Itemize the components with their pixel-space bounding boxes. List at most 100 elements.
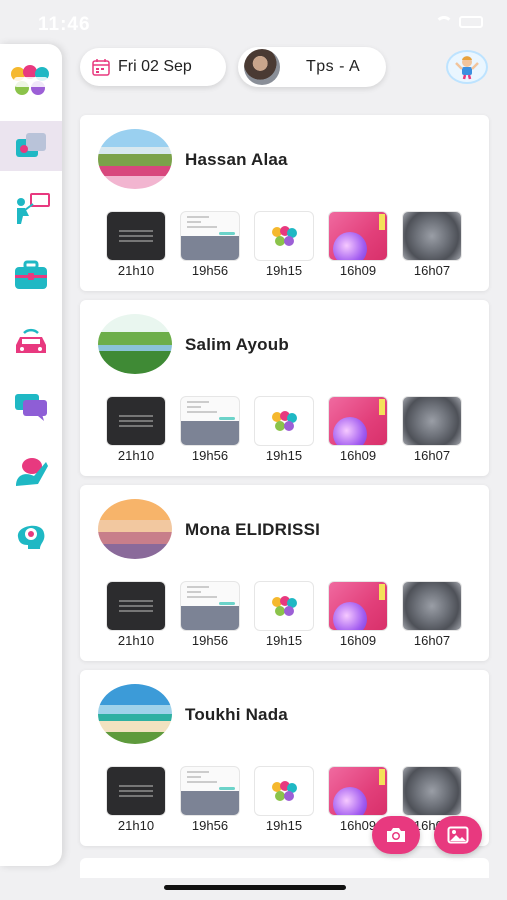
photo-thumbnail[interactable] [328,396,388,446]
sidebar-item-chat[interactable] [0,381,62,431]
gallery-icon [16,133,46,157]
kid-avatar-icon [455,56,479,80]
sidebar-item-bag[interactable] [0,250,62,300]
student-avatar[interactable] [98,314,172,374]
photo-time: 16h09 [339,448,377,463]
photo-time: 19h15 [265,818,303,833]
date-selector[interactable]: Fri 02 Sep [80,48,226,86]
photo-time: 16h07 [413,633,451,648]
profile-button[interactable] [446,50,488,84]
photo-time: 19h15 [265,633,303,648]
photo-item[interactable]: 16h09 [328,396,388,463]
photo-item[interactable]: 21h10 [106,581,166,648]
photo-thumbnail[interactable] [254,211,314,261]
photo-item[interactable]: 16h09 [328,581,388,648]
photo-item[interactable]: 21h10 [106,766,166,833]
bag-icon [15,260,47,289]
photo-thumbnail[interactable] [106,581,166,631]
teacher-board-icon [17,193,50,224]
child-raise-hand-icon [16,458,48,486]
photo-item[interactable]: 19h15 [254,396,314,463]
status-time: 11:46 [38,14,91,35]
student-card[interactable]: Salim Ayoub 21h10 19h56 19h15 16h09 16h0… [80,300,489,476]
photo-thumbnail[interactable] [402,396,462,446]
photo-item[interactable]: 19h15 [254,581,314,648]
class-avatar [244,49,280,85]
student-avatar[interactable] [98,684,172,744]
home-indicator [164,885,346,890]
photo-time: 19h56 [191,818,229,833]
photo-thumbnail[interactable] [328,766,388,816]
photo-item[interactable]: 21h10 [106,396,166,463]
date-label: Fri 02 Sep [118,58,192,75]
student-name: Toukhi Nada [185,705,288,724]
student-avatar[interactable] [98,499,172,559]
photo-thumbnail[interactable] [254,396,314,446]
gallery-upload-button[interactable] [434,816,482,854]
sidebar-item-transport[interactable] [0,316,62,366]
photo-thumbnail[interactable] [328,211,388,261]
photo-item[interactable]: 19h56 [180,396,240,463]
photo-thumbnail[interactable] [106,211,166,261]
wifi-icon [435,16,453,28]
photo-time: 19h56 [191,263,229,278]
photo-time: 16h09 [339,818,377,833]
student-card[interactable]: Hassan Alaa 21h10 19h56 19h15 16h09 16h0… [80,115,489,291]
photo-time: 21h10 [117,448,155,463]
status-bar: 11:46 [0,0,507,44]
photo-item[interactable]: 16h07 [402,396,462,463]
photo-thumbnail[interactable] [180,581,240,631]
app-logo-icon[interactable] [8,62,54,100]
photo-thumbnail[interactable] [254,581,314,631]
photo-thumbnail[interactable] [180,766,240,816]
photo-thumbnail[interactable] [402,211,462,261]
status-icons [435,16,483,28]
student-card-partial [80,858,489,878]
image-icon [447,826,469,844]
photo-time: 16h09 [339,633,377,648]
car-icon [16,328,46,353]
sidebar [0,44,62,866]
photo-time: 21h10 [117,263,155,278]
photo-thumbnail[interactable] [402,581,462,631]
photo-thumbnail[interactable] [254,766,314,816]
photo-item[interactable]: 16h07 [402,211,462,278]
photo-time: 19h56 [191,448,229,463]
photo-item[interactable]: 19h56 [180,581,240,648]
photo-item[interactable]: 19h56 [180,211,240,278]
sidebar-item-teacher[interactable] [0,184,62,234]
photo-item[interactable]: 19h56 [180,766,240,833]
photo-time: 16h07 [413,263,451,278]
battery-icon [459,16,483,28]
student-name: Hassan Alaa [185,150,288,169]
camera-icon [387,828,405,842]
student-card[interactable]: Mona ELIDRISSI 21h10 19h56 19h15 16h09 1… [80,485,489,661]
brain-icon [17,525,45,549]
photo-strip: 21h10 19h56 19h15 16h09 16h07 [106,211,462,278]
photo-thumbnail[interactable] [180,211,240,261]
sidebar-item-gallery[interactable] [0,121,62,171]
chat-icon [15,394,47,421]
student-card[interactable]: Toukhi Nada 21h10 19h56 19h15 16h09 16h0… [80,670,489,846]
class-selector[interactable]: Tps - A [238,47,386,87]
student-avatar[interactable] [98,129,172,189]
student-name: Salim Ayoub [185,335,289,354]
photo-thumbnail[interactable] [106,396,166,446]
photo-thumbnail[interactable] [328,581,388,631]
photo-item[interactable]: 21h10 [106,211,166,278]
photo-thumbnail[interactable] [402,766,462,816]
sidebar-item-participation[interactable] [0,446,62,496]
calendar-icon [92,59,110,76]
photo-time: 21h10 [117,633,155,648]
photo-item[interactable]: 19h15 [254,766,314,833]
sidebar-item-skills[interactable] [0,511,62,561]
photo-strip: 21h10 19h56 19h15 16h09 16h07 [106,581,462,648]
photo-time: 19h56 [191,633,229,648]
photo-thumbnail[interactable] [180,396,240,446]
photo-time: 19h15 [265,448,303,463]
camera-button[interactable] [372,816,420,854]
photo-item[interactable]: 16h09 [328,211,388,278]
photo-item[interactable]: 19h15 [254,211,314,278]
photo-thumbnail[interactable] [106,766,166,816]
photo-item[interactable]: 16h07 [402,581,462,648]
